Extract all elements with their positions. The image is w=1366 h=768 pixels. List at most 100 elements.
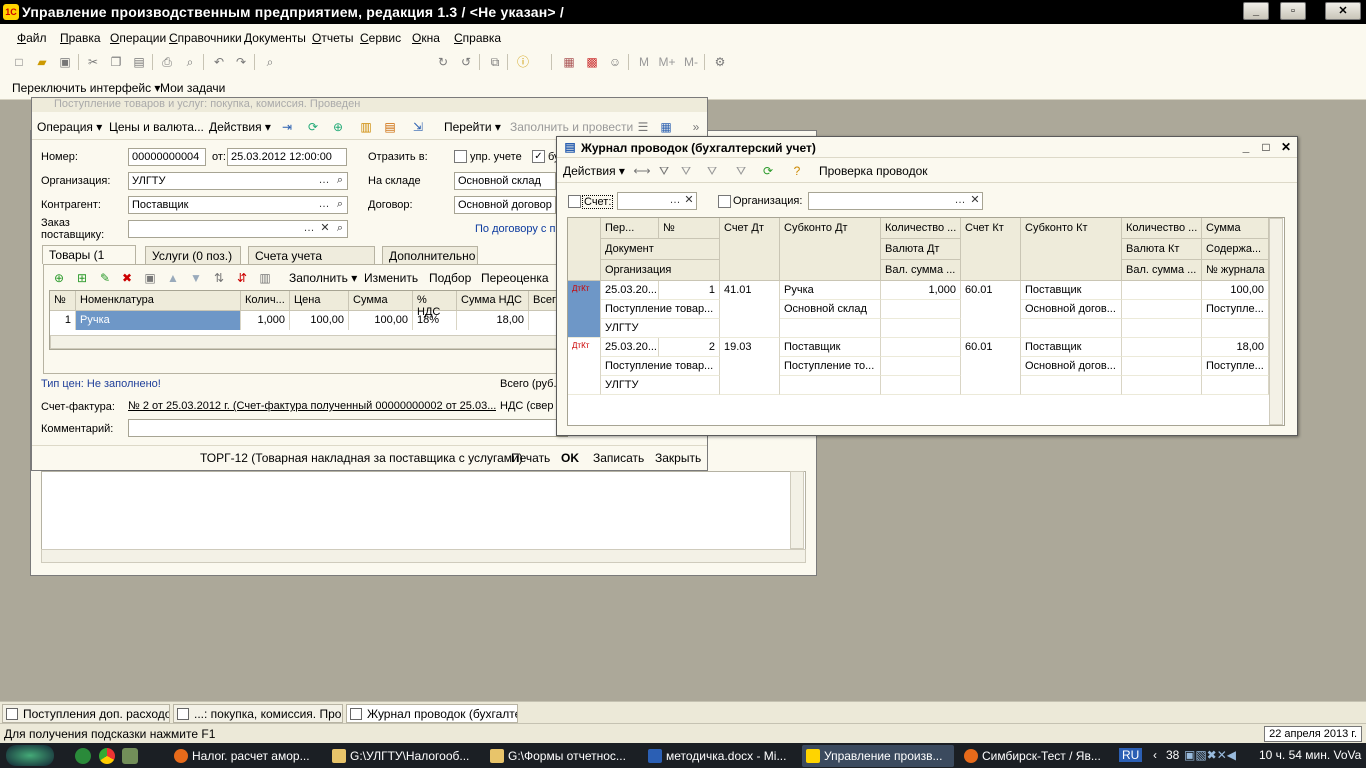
- column-header[interactable]: Сумма: [1202, 218, 1269, 239]
- counterparty-select-button[interactable]: …: [317, 197, 331, 213]
- table-cell[interactable]: 100,00: [1202, 281, 1269, 300]
- print-icon[interactable]: ⎙: [158, 53, 176, 71]
- copy-row-icon[interactable]: ⊞: [73, 269, 91, 287]
- report-icon[interactable]: ▤: [381, 118, 399, 136]
- menu-help[interactable]: Справка: [454, 31, 501, 45]
- tab-settlement-accounts[interactable]: Счета учета расчетов: [248, 246, 375, 277]
- memory-m-icon[interactable]: M: [635, 53, 653, 71]
- my-tasks-button[interactable]: Мои задачи: [160, 81, 225, 95]
- column-header[interactable]: Сумма: [349, 291, 413, 311]
- save-icon[interactable]: ▣: [56, 53, 74, 71]
- undo-icon[interactable]: ↶: [210, 53, 228, 71]
- column-header[interactable]: Валюта Дт: [881, 239, 961, 260]
- maximize-button[interactable]: ▫: [1280, 2, 1306, 20]
- close-button[interactable]: ✕: [1325, 2, 1361, 20]
- column-header[interactable]: Субконто Дт: [780, 218, 881, 281]
- by-contract-link[interactable]: По договору с п: [475, 223, 555, 235]
- fill-menu[interactable]: Заполнить ▾: [289, 271, 357, 285]
- tab-additional[interactable]: Дополнительно: [382, 246, 478, 264]
- table-cell[interactable]: 60.01: [961, 281, 1021, 338]
- ok-button[interactable]: OK: [561, 451, 579, 465]
- organization-select-button[interactable]: …: [317, 173, 331, 189]
- tab-services[interactable]: Услуги (0 поз.): [145, 246, 241, 264]
- table-cell[interactable]: [1122, 338, 1202, 357]
- utorrent-icon[interactable]: [75, 748, 91, 764]
- column-header[interactable]: Номенклатура: [76, 291, 241, 311]
- table-cell[interactable]: [881, 357, 961, 376]
- open-icon[interactable]: ▰: [33, 53, 51, 71]
- taskbar-item-1c[interactable]: Управление произв...: [802, 745, 954, 767]
- list-icon[interactable]: ☰: [634, 118, 652, 136]
- tools-icon[interactable]: ⚙: [711, 53, 729, 71]
- windows-icon[interactable]: ⧉: [486, 53, 504, 71]
- table-cell[interactable]: 25.03.20...: [601, 281, 659, 300]
- details-icon[interactable]: ▦: [657, 118, 675, 136]
- organization-open-icon[interactable]: ⌕: [333, 173, 347, 189]
- tab-goods[interactable]: Товары (1 поз.): [42, 245, 136, 276]
- date-field[interactable]: 25.03.2012 12:00:00: [227, 148, 347, 166]
- find-next-icon[interactable]: ↻: [434, 53, 452, 71]
- table-cell[interactable]: УЛГТУ: [601, 319, 720, 338]
- window-tab-expenses[interactable]: Поступления доп. расходов: [2, 704, 170, 723]
- window-tab-purchase[interactable]: ...: покупка, комиссия. Про...: [173, 704, 343, 723]
- column-header[interactable]: №: [50, 291, 76, 311]
- table-cell[interactable]: [881, 300, 961, 319]
- minimize-button[interactable]: _: [1243, 2, 1269, 20]
- switch-interface-button[interactable]: Переключить интерфейс ▾: [12, 81, 160, 95]
- preview-icon[interactable]: ⌕: [181, 53, 199, 71]
- column-header[interactable]: Вал. сумма ...: [881, 260, 961, 281]
- copy-doc-icon[interactable]: ⊕: [329, 118, 347, 136]
- delete-row-icon[interactable]: ✖: [118, 269, 136, 287]
- print-button[interactable]: Печать: [511, 451, 550, 465]
- comment-field[interactable]: [128, 419, 568, 437]
- exchange-icon[interactable]: ⇥: [278, 118, 296, 136]
- menu-service[interactable]: Сервис: [360, 31, 401, 45]
- taskbar-item-folder2[interactable]: G:\Формы отчетнос...: [486, 745, 638, 767]
- menu-reports[interactable]: Отчеты: [312, 31, 354, 45]
- number-field[interactable]: 00000000004: [128, 148, 206, 166]
- table-cell[interactable]: Основной догов...: [1021, 300, 1122, 319]
- redo-icon[interactable]: ↷: [232, 53, 250, 71]
- taskbar-item-browser[interactable]: Симбирск-Тест / Яв...: [960, 745, 1110, 767]
- table-cell[interactable]: [1202, 319, 1269, 338]
- table-cell[interactable]: 18,00: [1202, 338, 1269, 357]
- organization-field[interactable]: УЛГТУ: [128, 172, 348, 190]
- table-cell[interactable]: 1,000: [881, 281, 961, 300]
- interval-icon[interactable]: ⟷: [633, 162, 651, 180]
- column-header[interactable]: Субконто Кт: [1021, 218, 1122, 281]
- warehouse-field[interactable]: Основной склад: [454, 172, 556, 190]
- based-on-icon[interactable]: ⇲: [409, 118, 427, 136]
- contract-field[interactable]: Основной договор: [454, 196, 556, 214]
- table-cell[interactable]: 25.03.20...: [601, 338, 659, 357]
- taskbar-item-folder1[interactable]: G:\УЛГТУ\Налогооб...: [328, 745, 476, 767]
- calendar-icon[interactable]: ▩: [583, 53, 601, 71]
- org-filter-clear-icon[interactable]: ✕: [968, 193, 982, 209]
- memory-minus-icon[interactable]: M-: [680, 53, 702, 71]
- table-cell[interactable]: 60.01: [961, 338, 1021, 395]
- journal-vscroll[interactable]: [1269, 218, 1283, 425]
- menu-edit[interactable]: Правка: [60, 31, 101, 45]
- write-button[interactable]: Записать: [593, 451, 644, 465]
- end-edit-icon[interactable]: ▣: [141, 269, 159, 287]
- table-cell[interactable]: [881, 338, 961, 357]
- taskbar-item-word[interactable]: методичка.docx - Mi...: [644, 745, 796, 767]
- column-header[interactable]: Колич...: [241, 291, 290, 311]
- journal-refresh-icon[interactable]: ⟳: [759, 162, 777, 180]
- help-icon[interactable]: ?: [788, 162, 806, 180]
- torg12-print-button[interactable]: ТОРГ-12 (Товарная накладная за поставщик…: [200, 451, 523, 465]
- supplier-order-open-icon[interactable]: ⌕: [333, 221, 347, 237]
- counterparty-open-icon[interactable]: ⌕: [333, 197, 347, 213]
- supplier-order-clear-icon[interactable]: ✕: [318, 221, 332, 237]
- move-down-icon[interactable]: ▼: [187, 269, 205, 287]
- table-cell[interactable]: [780, 319, 881, 338]
- column-header[interactable]: Пер...: [601, 218, 659, 239]
- table-cell[interactable]: [1122, 376, 1202, 395]
- filter-list-icon[interactable]: ⛛: [677, 162, 695, 180]
- table-cell[interactable]: Поставщик: [1021, 281, 1122, 300]
- table-cell[interactable]: 18,00: [457, 311, 529, 330]
- find-prev-icon[interactable]: ↺: [457, 53, 475, 71]
- column-header[interactable]: Валюта Кт: [1122, 239, 1202, 260]
- table-cell[interactable]: [1122, 300, 1202, 319]
- table-cell[interactable]: [1122, 281, 1202, 300]
- copy-icon[interactable]: ❐: [107, 53, 125, 71]
